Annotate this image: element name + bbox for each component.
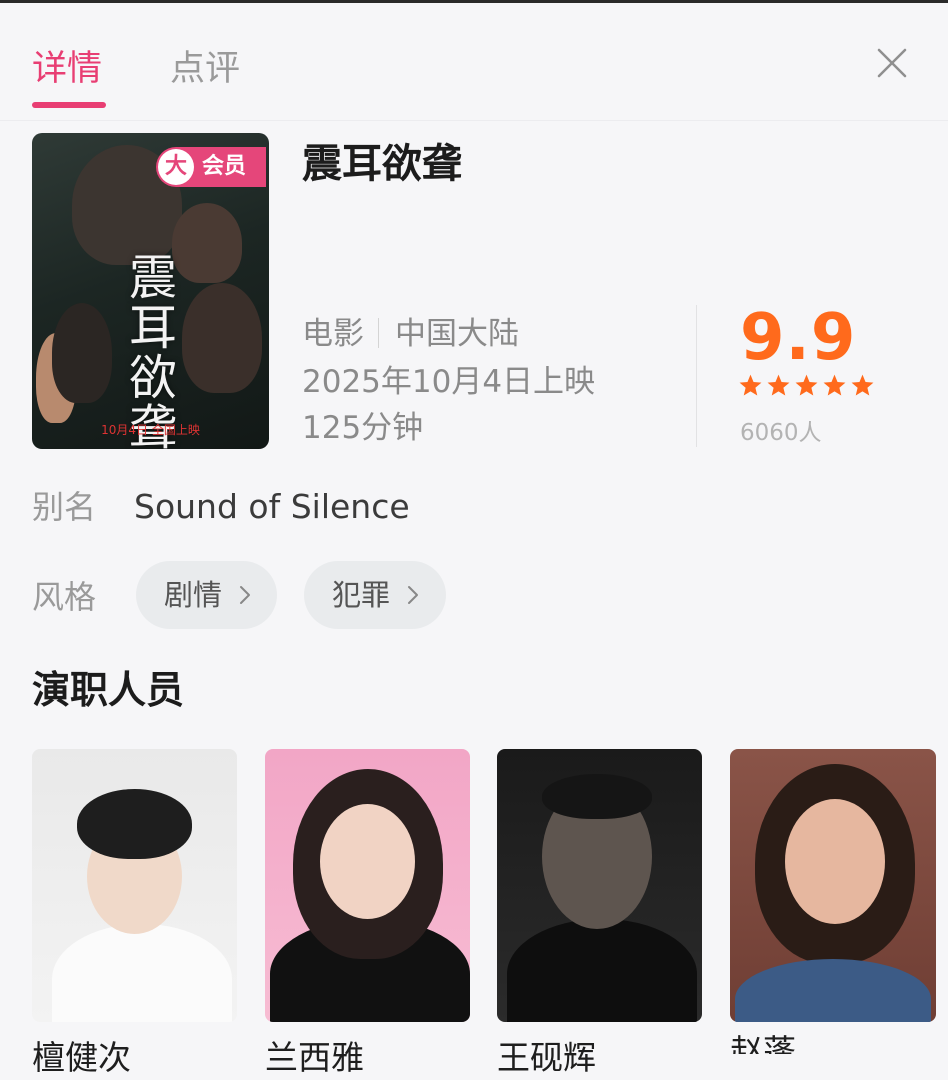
vip-badge: 大 会员 <box>156 147 266 187</box>
genre-label: 风格 <box>32 578 97 616</box>
poster-release-strip: 10月4日 全国上映 <box>101 423 200 437</box>
cast-figure-hair <box>542 774 652 819</box>
rating-count: 6060人 <box>740 420 822 446</box>
cast-figure-body <box>507 919 697 1022</box>
vip-badge-text: 会员 <box>202 154 247 179</box>
active-tab-indicator <box>32 102 106 108</box>
cast-section-title: 演职人员 <box>32 668 185 712</box>
meta-divider <box>378 318 379 348</box>
cast-figure-body <box>735 959 931 1022</box>
close-icon <box>877 48 907 78</box>
poster-title-calligraphy: 震 耳 欲 聋 <box>128 250 177 449</box>
poster-figure-left <box>52 303 112 403</box>
tab-reviews[interactable]: 点评 <box>170 47 240 91</box>
movie-type-region: 电影 中国大陆 <box>302 314 519 354</box>
movie-duration: 125分钟 <box>302 410 424 446</box>
movie-type: 电影 <box>302 316 364 352</box>
genre-chip-drama[interactable]: 剧情 <box>136 561 277 629</box>
star-icon <box>823 374 846 396</box>
cast-name[interactable]: 赵蓬 <box>730 1030 796 1054</box>
tab-separator <box>0 120 948 121</box>
rating-stars <box>738 373 878 401</box>
cast-photo[interactable] <box>730 749 936 1022</box>
cast-photo[interactable] <box>265 749 470 1022</box>
cast-name[interactable]: 兰西雅 <box>265 1036 364 1080</box>
cast-photo[interactable] <box>497 749 702 1022</box>
chevron-right-icon <box>240 586 250 604</box>
poster-figure-group <box>182 283 262 393</box>
close-button[interactable] <box>872 43 912 83</box>
alias-value: Sound of Silence <box>134 487 410 526</box>
movie-poster[interactable]: 大 会员 震 耳 欲 聋 10月4日 全国上映 <box>32 133 269 449</box>
movie-title: 震耳欲聋 <box>302 141 462 187</box>
genre-chip-label: 犯罪 <box>332 578 391 612</box>
vip-badge-circle: 大 <box>158 149 194 185</box>
cast-figure-head <box>785 799 885 924</box>
rating-score[interactable]: 9.9 <box>740 300 856 376</box>
cast-figure-body <box>52 924 232 1022</box>
cast-figure-head <box>320 804 415 919</box>
cast-name[interactable]: 王砚辉 <box>497 1036 596 1080</box>
movie-region: 中国大陆 <box>395 316 519 352</box>
genre-chip-crime[interactable]: 犯罪 <box>304 561 446 629</box>
star-icon <box>795 374 818 396</box>
tab-details[interactable]: 详情 <box>32 47 102 91</box>
cast-photo[interactable] <box>32 749 237 1022</box>
alias-label: 别名 <box>32 488 97 526</box>
star-icon <box>851 374 874 396</box>
star-icon <box>739 374 762 396</box>
movie-release-date: 2025年10月4日上映 <box>302 364 596 400</box>
star-icon <box>767 374 790 396</box>
rating-divider <box>696 305 697 447</box>
cast-name[interactable]: 檀健次 <box>32 1036 131 1080</box>
chevron-right-icon <box>408 586 418 604</box>
tab-bar: 详情 点评 <box>0 3 948 120</box>
cast-figure-hair <box>77 789 192 859</box>
genre-chip-label: 剧情 <box>164 578 223 612</box>
